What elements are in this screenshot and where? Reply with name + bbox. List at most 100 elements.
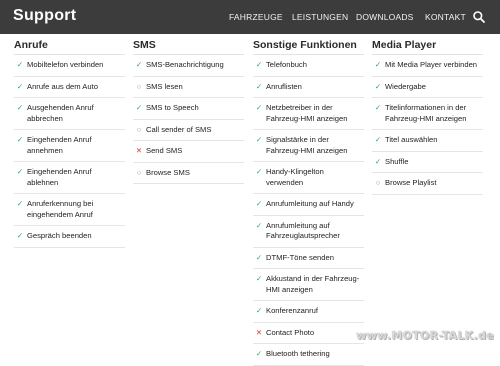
feature-item: ○ SMS lesen [133, 77, 244, 98]
feature-label: Browse SMS [146, 167, 190, 177]
feature-label: SMS-Benachrichtigung [146, 60, 224, 69]
feature-label: Call sender of SMS [146, 124, 212, 134]
feature-label: Send SMS [146, 146, 183, 155]
feature-label: Gespräch beenden [27, 231, 92, 240]
feature-item: ○ Browse Playlist [372, 173, 483, 195]
circle-icon: ○ [136, 124, 142, 134]
feature-label: Titel auswählen [385, 135, 438, 144]
nav-item-fahrzeuge[interactable]: FAHRZEUGE [229, 12, 283, 22]
feature-item: ✓ Anruflisten [253, 77, 364, 98]
feature-item: ✓ Titel auswählen [372, 130, 483, 152]
feature-label: DTMF-Töne senden [266, 252, 334, 262]
check-icon: ✓ [16, 60, 24, 69]
check-icon: ✓ [255, 306, 263, 315]
nav-item-downloads[interactable]: DOWNLOADS [356, 12, 414, 22]
column-title: Sonstige Funktionen [253, 38, 364, 55]
check-icon: ✓ [255, 167, 263, 176]
feature-label: Handy-Klingelton verwenden [266, 167, 324, 187]
feature-label: Mit Media Player verbinden [385, 60, 478, 69]
feature-item: ✓ Anrufe aus dem Auto [14, 77, 125, 98]
feature-item: ✓ Eingehenden Anruf annehmen [14, 130, 125, 162]
feature-label: Anruflisten [266, 81, 302, 91]
check-icon: ✓ [16, 103, 24, 112]
feature-label: Titelinformationen in der Fahrzeug-HMI a… [385, 103, 467, 123]
feature-item: ✕ Contact Photo [253, 323, 364, 344]
check-icon: ✓ [374, 135, 382, 144]
feature-label: Eingehenden Anruf ablehnen [27, 167, 92, 187]
nav-item-kontakt[interactable]: KONTAKT [425, 12, 466, 22]
feature-label: SMS to Speech [146, 103, 199, 112]
feature-item: ○ Call sender of SMS [133, 120, 244, 141]
feature-item: ✓ Akkustand in der Fahrzeug-HMI anzeigen [253, 269, 364, 301]
check-icon: ✓ [255, 135, 263, 144]
search-icon[interactable] [472, 10, 486, 24]
check-icon: ✓ [135, 60, 143, 69]
feature-label: Ausgehenden Anruf abbrechen [27, 103, 94, 123]
check-icon: ✓ [255, 81, 263, 91]
feature-label: SMS lesen [146, 81, 183, 91]
check-icon: ✓ [16, 167, 24, 176]
feature-item: ✓ Bluetooth tethering [253, 344, 364, 366]
feature-label: Netzbetreiber in der Fahrzeug-HMI anzeig… [266, 103, 348, 123]
feature-label: Anruferkennung bei eingehendem Anruf [27, 199, 94, 219]
feature-label: Contact Photo [266, 327, 315, 337]
feature-label: Mobiltelefon verbinden [27, 60, 104, 69]
cross-icon: ✕ [135, 146, 143, 155]
nav-item-leistungen[interactable]: LEISTUNGEN [292, 12, 348, 22]
check-icon: ✓ [374, 103, 382, 112]
watermark: www.MOTOR-TALK.de [356, 329, 494, 342]
feature-list: ✓ Mobiltelefon verbinden ✓ Anrufe aus dem A… [14, 55, 125, 248]
feature-item: ✓ Telefonbuch [253, 55, 364, 77]
circle-icon: ○ [375, 178, 381, 187]
feature-item: ✓ SMS-Benachrichtigung [133, 55, 244, 77]
feature-item: ✓ Gespräch beenden [14, 226, 125, 248]
circle-icon: ○ [136, 81, 142, 91]
feature-label: Telefonbuch [266, 60, 307, 69]
feature-item: ✓ Anrufumleitung auf Handy [253, 194, 364, 216]
feature-list: ✓ SMS-Benachrichtigung ○ SMS lesen ✓ SMS to S… [133, 55, 244, 184]
check-icon: ✓ [374, 81, 382, 91]
check-icon: ✓ [255, 274, 263, 283]
cross-icon: ✕ [255, 327, 263, 337]
column-title: SMS [133, 38, 244, 55]
feature-label: Anrufumleitung auf Fahrzeuglautsprecher [266, 220, 340, 241]
feature-label: Bluetooth tethering [266, 349, 330, 358]
feature-item: ✓ DTMF-Töne senden [253, 248, 364, 269]
check-icon: ✓ [255, 252, 263, 262]
top-navigation-bar: Support FAHRZEUGE LEISTUNGEN DOWNLOADS K… [0, 0, 500, 34]
check-icon: ✓ [16, 199, 24, 208]
check-icon: ✓ [374, 60, 382, 69]
feature-item: ✓ Netzbetreiber in der Fahrzeug-HMI anzei… [253, 98, 364, 130]
check-icon: ✓ [135, 103, 143, 112]
feature-item: ✓ SMS to Speech [133, 98, 244, 120]
column-sms: SMS ✓ SMS-Benachrichtigung ○ SMS lesen ✓ SMS … [133, 38, 244, 184]
feature-label: Akkustand in der Fahrzeug-HMI anzeigen [266, 274, 360, 294]
feature-label: Signalstärke in der Fahrzeug-HMI anzeige… [266, 135, 348, 155]
check-icon: ✓ [374, 156, 382, 166]
check-icon: ✓ [255, 103, 263, 112]
feature-item: ✓ Anrufumleitung auf Fahrzeuglautsprecher [253, 216, 364, 248]
feature-item: ✓ Signalstärke in der Fahrzeug-HMI anzeig… [253, 130, 364, 162]
feature-item: ✓ Mobiltelefon verbinden [14, 55, 125, 77]
feature-label: Konferenzanruf [266, 306, 318, 315]
feature-item: ✓ Shuffle [372, 152, 483, 173]
feature-list: ✓ Mit Media Player verbinden ✓ Wiedergabe ✓ T… [372, 55, 483, 195]
feature-item: ✓ Titelinformationen in der Fahrzeug-HMI … [372, 98, 483, 130]
check-icon: ✓ [255, 220, 263, 230]
check-icon: ✓ [255, 199, 263, 208]
column-title: Anrufe [14, 38, 125, 55]
column-sonstige-funktionen: Sonstige Funktionen ✓ Telefonbuch ✓ Anrufli… [253, 38, 364, 366]
feature-item: ✓ Anruferkennung bei eingehendem Anruf [14, 194, 125, 226]
column-anrufe: Anrufe ✓ Mobiltelefon verbinden ✓ Anrufe au… [14, 38, 125, 248]
feature-item: ✓ Ausgehenden Anruf abbrechen [14, 98, 125, 130]
feature-label: Eingehenden Anruf annehmen [27, 135, 92, 155]
feature-label: Anrufumleitung auf Handy [266, 199, 354, 208]
column-title: Media Player [372, 38, 483, 55]
brand-title[interactable]: Support [13, 7, 76, 25]
feature-label: Shuffle [385, 156, 409, 166]
feature-label: Browse Playlist [385, 178, 437, 187]
feature-list: ✓ Telefonbuch ✓ Anruflisten ✓ Netzbetreiber i… [253, 55, 364, 366]
feature-label: Wiedergabe [385, 81, 426, 91]
check-icon: ✓ [255, 349, 263, 358]
check-icon: ✓ [255, 60, 263, 69]
